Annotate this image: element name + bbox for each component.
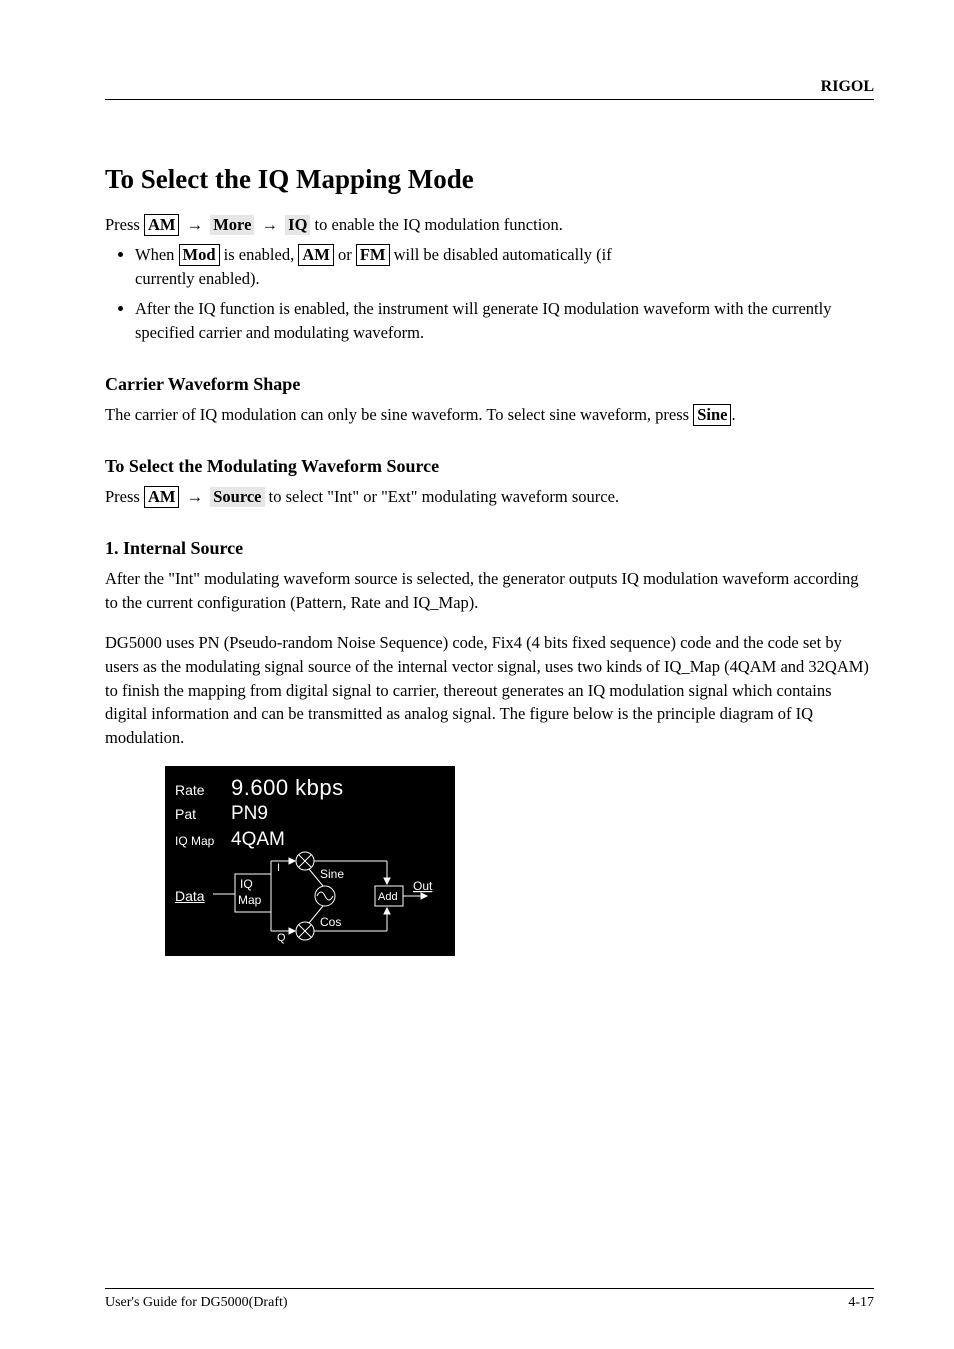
am-key-2: AM: [298, 244, 334, 266]
lcd-preview: Rate 9.600 kbps Pat PN9 IQ Map 4QAM Data: [165, 766, 455, 956]
carrier-paragraph: The carrier of IQ modulation can only be…: [105, 403, 874, 427]
internal-p2: DG5000 uses PN (Pseudo-random Noise Sequ…: [105, 631, 874, 751]
q-label: Q: [277, 932, 286, 944]
footer-left: User's Guide for DG5000(Draft): [105, 1295, 288, 1311]
internal-p1: After the "Int" modulating waveform sour…: [105, 567, 874, 615]
sine-key: Sine: [693, 404, 731, 426]
iq-block-label: IQ: [240, 877, 253, 891]
arrow-icon: →: [184, 215, 207, 234]
list-item: When Mod is enabled, AM or FM will be di…: [135, 243, 874, 291]
carrier-text: The carrier of IQ modulation can only be…: [105, 405, 689, 424]
bullet2-text: After the IQ function is enabled, the in…: [135, 299, 831, 342]
section-title: To Select the IQ Mapping Mode: [105, 160, 874, 199]
modwave-paragraph: Press AM → Source to select "Int" or "Ex…: [105, 485, 874, 509]
bullet1-mid: is enabled,: [224, 245, 299, 264]
source-softkey: Source: [210, 487, 264, 507]
bullet1-suf1: will be disabled automatically (if: [394, 245, 612, 264]
modwave-suffix: to select "Int" or "Ext" modulating wave…: [269, 487, 619, 506]
arrow-icon: →: [259, 215, 282, 234]
content-area: To Select the IQ Mapping Mode Press AM →…: [105, 160, 874, 956]
bullet1-prefix: When: [135, 245, 179, 264]
page: RIGOL To Select the IQ Mapping Mode Pres…: [0, 0, 954, 1349]
intro-bullets: When Mod is enabled, AM or FM will be di…: [105, 243, 874, 345]
add-label: Add: [378, 891, 398, 903]
arrow-icon: →: [184, 487, 207, 506]
sine-label: Sine: [320, 867, 344, 881]
carrier-heading: Carrier Waveform Shape: [105, 371, 874, 397]
more-softkey: More: [210, 215, 254, 235]
out-label: Out: [413, 879, 433, 893]
header-rule: [105, 99, 874, 100]
am-key-3: AM: [144, 486, 180, 508]
cos-label: Cos: [320, 915, 341, 929]
bullet1-suf2: currently enabled).: [135, 269, 260, 288]
bullet1-or: or: [338, 245, 356, 264]
mod-key: Mod: [179, 244, 220, 266]
intro-suffix: to enable the IQ modulation function.: [315, 215, 563, 234]
am-key: AM: [144, 214, 180, 236]
brand-label: RIGOL: [821, 78, 874, 96]
carrier-suffix: .: [731, 405, 735, 424]
internal-heading: 1. Internal Source: [105, 535, 874, 561]
i-label: I: [277, 862, 280, 874]
footer-rule: [105, 1288, 874, 1289]
footer-right: 4-17: [848, 1295, 874, 1311]
intro-paragraph: Press AM → More → IQ to enable the IQ mo…: [105, 213, 874, 237]
intro-prefix: Press: [105, 215, 144, 234]
modwave-heading: To Select the Modulating Waveform Source: [105, 453, 874, 479]
list-item: After the IQ function is enabled, the in…: [135, 297, 874, 345]
map-block-label: Map: [238, 893, 262, 907]
fm-key: FM: [356, 244, 390, 266]
iq-diagram-svg: I Q: [165, 766, 455, 956]
iq-softkey: IQ: [285, 215, 310, 235]
modwave-prefix: Press: [105, 487, 144, 506]
